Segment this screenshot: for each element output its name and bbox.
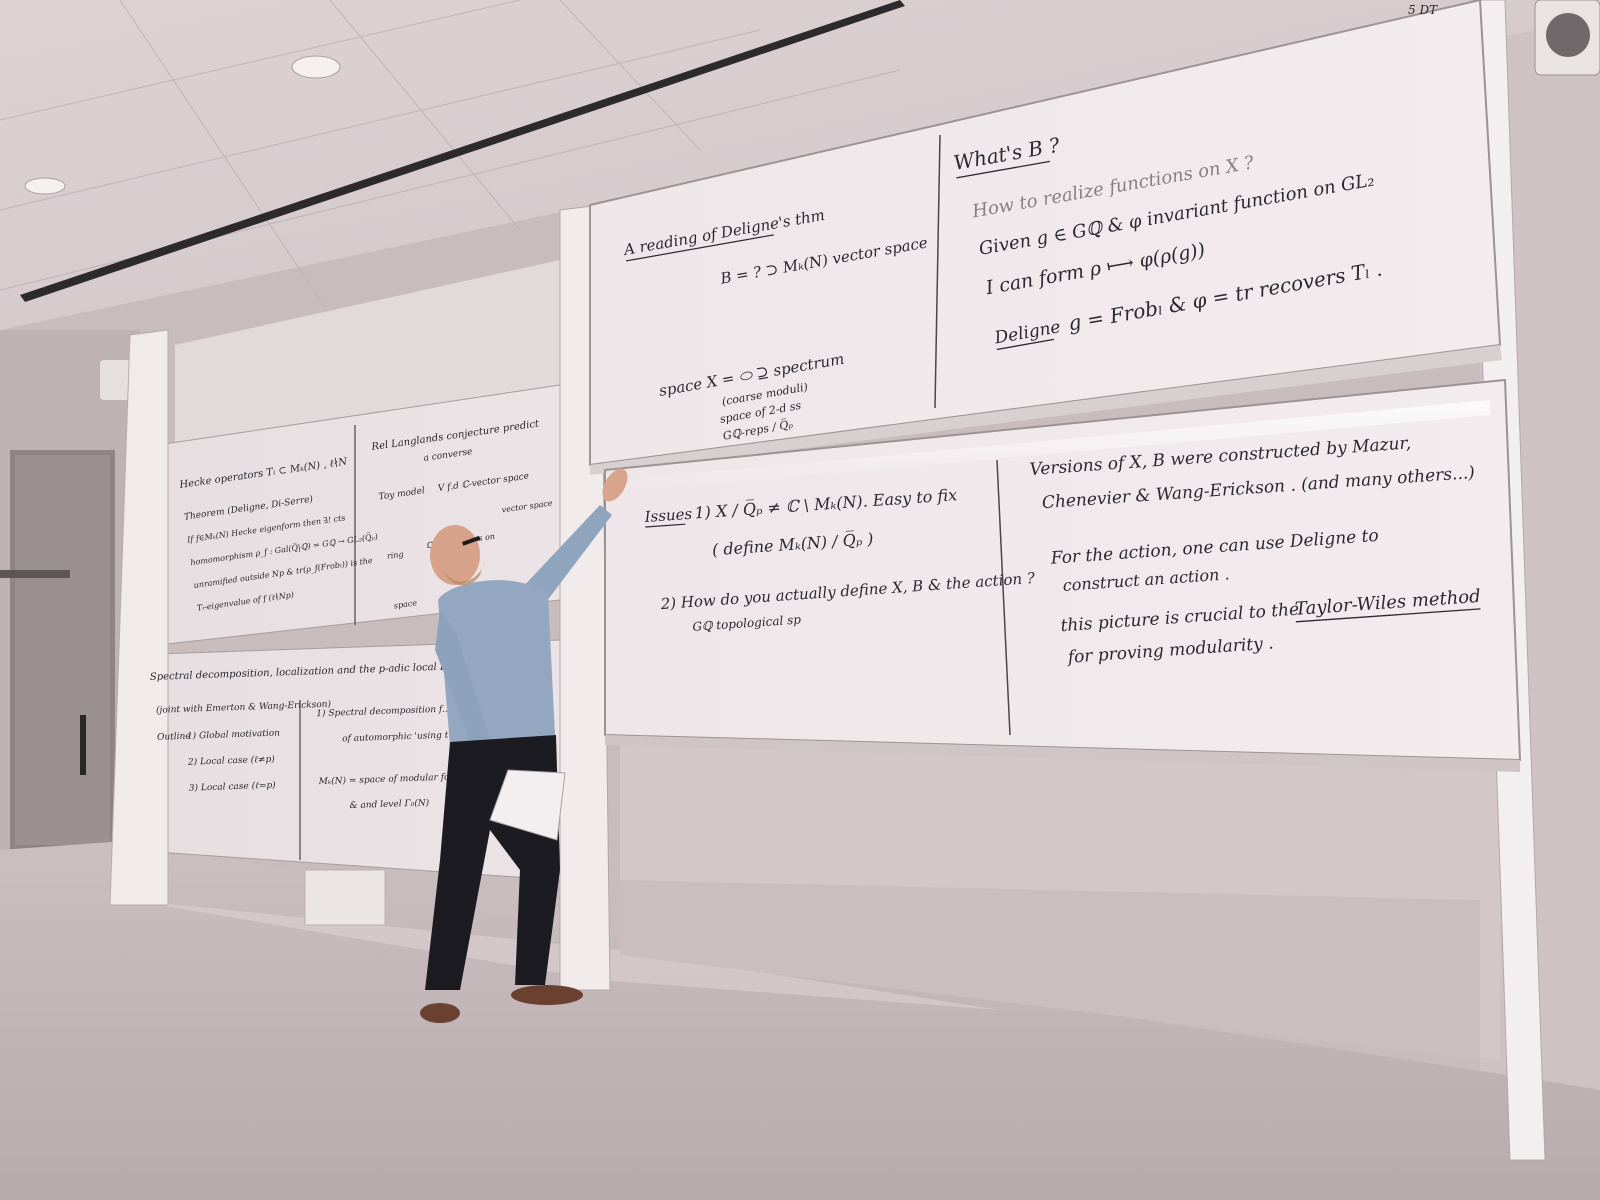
corner-note-text: 5 DT [1408, 3, 1438, 17]
lecture-photo: 5 DT A reading of Deligne's thm B = ? ⊃ … [0, 0, 1600, 1200]
lecture-scene: 5 DT A reading of Deligne's thm B = ? ⊃ … [0, 0, 1600, 1200]
board-stand [304, 869, 386, 926]
ceiling-light [24, 177, 66, 195]
speaker-cone [1546, 13, 1590, 57]
presenter-shoe-right [511, 985, 583, 1005]
presenter-head [430, 525, 480, 585]
back-l-outline: Outline [157, 732, 191, 743]
board-ll-label: Issues [643, 505, 693, 526]
door-handle [80, 715, 86, 775]
presenter-shoe-left [420, 1003, 460, 1023]
ceiling-light [291, 55, 341, 79]
door-panel [15, 455, 110, 845]
wall-fixture [0, 570, 70, 578]
